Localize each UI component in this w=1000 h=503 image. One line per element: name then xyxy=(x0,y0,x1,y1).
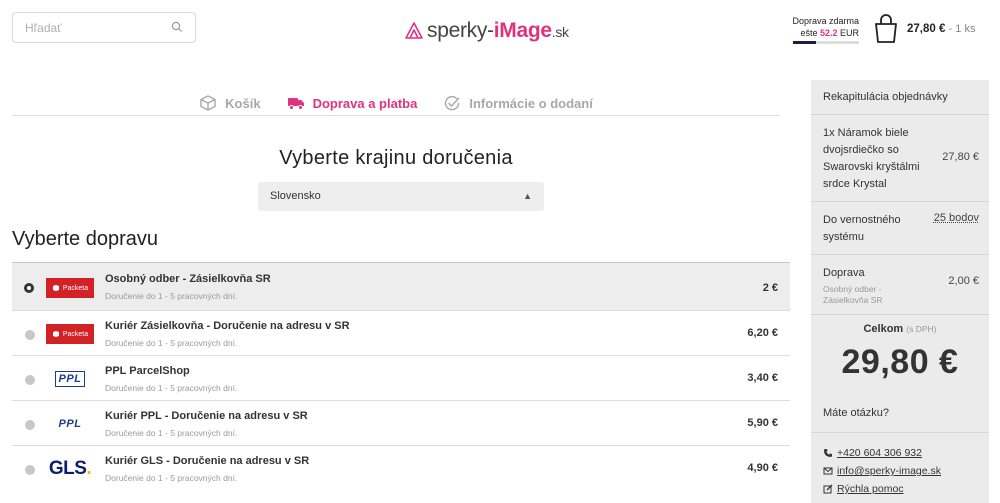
shipping-option[interactable]: Packeta Kuriér Zásielkovňa - Doručenie n… xyxy=(12,310,790,355)
summary-shipping-label: Doprava xyxy=(823,267,865,279)
radio-button[interactable] xyxy=(25,465,35,475)
shipping-option-price: 5,90 € xyxy=(747,417,778,429)
help-title: Máte otázku? xyxy=(811,395,989,433)
phone-link[interactable]: +420 604 306 932 xyxy=(811,444,989,462)
step-cart[interactable]: Košík xyxy=(199,95,261,111)
step-cart-label: Košík xyxy=(225,95,261,111)
search-box[interactable] xyxy=(12,12,196,43)
summary-loyalty-points: 25 bodov xyxy=(933,212,979,224)
shipping-option-name: Kuriér PPL - Doručenie na adresu v SR xyxy=(105,410,308,422)
logo-diamond-icon xyxy=(405,22,423,39)
summary-shipping: Doprava Osobný odber - Zásielkovňa SR 2,… xyxy=(811,255,989,315)
envelope-icon xyxy=(823,467,833,475)
checkout-steps: Košík Doprava a platba Informácie o doda… xyxy=(12,90,780,116)
logo-text: sperky-iMage.sk xyxy=(427,19,569,42)
packeta-logo: Packeta xyxy=(46,277,94,299)
shipping-option[interactable]: Packeta Osobný odber - Zásielkovňa SR Do… xyxy=(12,262,790,310)
radio-button[interactable] xyxy=(25,420,35,430)
free-shipping-progress xyxy=(793,41,859,44)
quick-help-link[interactable]: Rýchla pomoc xyxy=(811,480,989,498)
search-input[interactable] xyxy=(13,13,163,42)
site-logo[interactable]: sperky-iMage.sk xyxy=(403,18,569,44)
total-price: 29,80 € xyxy=(841,343,959,381)
help-box: Máte otázku? +420 604 306 932 info@sperk… xyxy=(811,395,989,503)
shipping-option-price: 6,20 € xyxy=(747,327,778,339)
steps-divider xyxy=(12,115,780,116)
shipping-option-desc: Doručenie do 1 - 5 pracovných dní. xyxy=(105,291,238,301)
shipping-option-desc: Doručenie do 1 - 5 pracovných dní. xyxy=(105,338,238,348)
email-link[interactable]: info@sperky-image.sk xyxy=(811,462,989,480)
shipping-option-name: Kuriér Zásielkovňa - Doručenie na adresu… xyxy=(105,320,350,332)
radio-button[interactable] xyxy=(25,375,35,385)
select-arrows-icon: ▲ xyxy=(523,191,532,201)
shipping-option-price: 4,90 € xyxy=(747,462,778,474)
ppl-logo: PPL xyxy=(46,368,94,390)
step-shipping-label: Doprava a platba xyxy=(312,95,418,111)
radio-button[interactable] xyxy=(25,330,35,340)
shipping-option-price: 2 € xyxy=(762,282,778,294)
shipping-option-desc: Doručenie do 1 - 5 pracovných dní. xyxy=(105,383,238,393)
check-circle-icon xyxy=(445,95,460,111)
box-icon xyxy=(200,95,216,111)
shipping-option[interactable]: PPL Kuriér PPL - Doručenie na adresu v S… xyxy=(12,400,790,445)
shipping-option-price: 3,40 € xyxy=(747,372,778,384)
ppl-logo: PPL xyxy=(58,418,82,430)
free-shipping-progress-fill xyxy=(793,41,817,44)
summary-product: 1x Náramok biele dvojsrdiečko so Swarovs… xyxy=(811,115,989,202)
shipping-option-name: Kuriér GLS - Doručenie na adresu v SR xyxy=(105,455,310,467)
shipping-options: Packeta Osobný odber - Zásielkovňa SR Do… xyxy=(12,262,790,490)
summary-shipping-price: 2,00 € xyxy=(948,275,979,287)
shipping-option[interactable]: GLS. Kuriér GLS - Doručenie na adresu v … xyxy=(12,445,790,490)
cart-qty: - 1 ks xyxy=(948,23,976,35)
radio-button[interactable] xyxy=(24,283,34,293)
shopping-bag-icon[interactable] xyxy=(872,12,900,44)
order-summary-title: Rekapitulácia objednávky xyxy=(811,80,989,115)
cart-price: 27,80 € xyxy=(907,23,946,35)
shipping-option-desc: Doručenie do 1 - 5 pracovných dní. xyxy=(105,428,238,438)
shipping-option-name: PPL ParcelShop xyxy=(105,365,190,377)
summary-product-name: 1x Náramok biele dvojsrdiečko so Swarovs… xyxy=(823,127,920,190)
total-label: Celkom (s DPH) xyxy=(863,323,937,335)
phone-icon xyxy=(824,449,832,457)
country-select[interactable]: Slovensko ▲ xyxy=(258,182,544,211)
packeta-logo: Packeta xyxy=(46,323,94,345)
country-title: Vyberte krajinu doručenia xyxy=(279,147,513,169)
step-shipping[interactable]: Doprava a platba xyxy=(287,95,418,111)
shipping-option[interactable]: PPL PPL ParcelShop Doručenie do 1 - 5 pr… xyxy=(12,355,790,400)
gls-logo: GLS. xyxy=(48,458,92,479)
free-shipping-title: Doprava zdarma xyxy=(792,16,859,26)
truck-icon xyxy=(287,98,304,110)
free-shipping-remaining: ešte 52.2 EUR xyxy=(800,28,859,38)
step-delivery-info-label: Informácie o dodaní xyxy=(469,95,593,111)
summary-loyalty: Do vernostného systému 25 bodov xyxy=(811,202,989,255)
cart-summary[interactable]: 27,80 € - 1 ks xyxy=(907,23,975,35)
shipping-option-name: Osobný odber - Zásielkovňa SR xyxy=(105,273,271,285)
step-delivery-info[interactable]: Informácie o dodaní xyxy=(443,95,593,111)
summary-loyalty-label: Do vernostného systému xyxy=(823,214,901,243)
edit-icon xyxy=(823,484,833,494)
order-summary: Rekapitulácia objednávky 1x Náramok biel… xyxy=(811,80,989,400)
summary-shipping-method: Osobný odber - Zásielkovňa SR xyxy=(823,284,883,305)
free-shipping-info: Doprava zdarma ešte 52.2 EUR xyxy=(789,15,859,39)
summary-product-price: 27,80 € xyxy=(942,151,979,163)
shipping-title: Vyberte dopravu xyxy=(12,228,159,250)
shipping-option-desc: Doručenie do 1 - 5 pracovných dní. xyxy=(105,473,238,483)
search-icon[interactable] xyxy=(171,21,183,33)
country-selected-value: Slovensko xyxy=(270,190,321,202)
